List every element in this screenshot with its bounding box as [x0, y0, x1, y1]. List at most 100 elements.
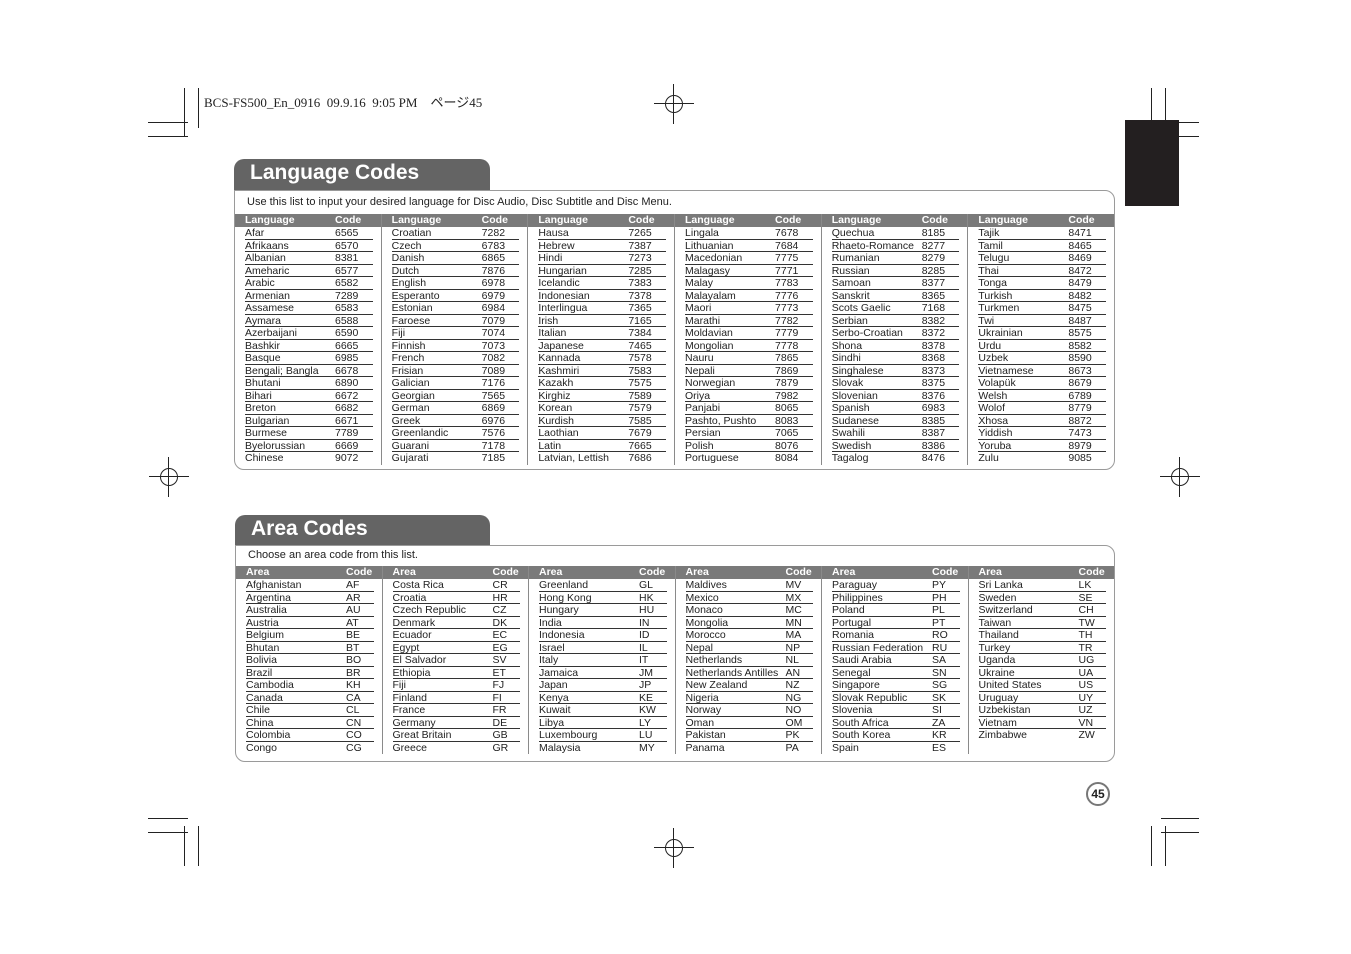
table-row: Panama PA: [686, 742, 814, 755]
entry-code: MA: [785, 629, 802, 641]
entry-code: BE: [346, 629, 361, 641]
entry-code: 7776: [775, 289, 799, 302]
entry-code: 8083: [775, 414, 799, 427]
entry-code: 7176: [481, 377, 506, 389]
entry-name: Yiddish: [978, 427, 1013, 439]
table-row: Xhosa 8872: [978, 414, 1107, 427]
table-row: Oriya 7982: [685, 390, 813, 402]
column-header: Area Code: [675, 566, 821, 579]
entry-code: ZW: [1078, 729, 1095, 741]
table-row: Fiji 7074: [391, 327, 520, 340]
entry-code: MX: [785, 591, 802, 604]
table-row: Chinese 9072: [245, 452, 373, 465]
entry-code: 7879: [775, 377, 799, 389]
table-row: Laothian 7679: [538, 427, 667, 440]
crop-mark: [148, 122, 188, 123]
crop-mark: [148, 832, 188, 833]
table-row: Denmark DK: [392, 617, 520, 629]
entry-name: Afghanistan: [246, 579, 302, 591]
crop-mark: [198, 826, 199, 866]
table-row: Czech Republic CZ: [392, 604, 520, 617]
table-row: Bhutani 6890: [245, 377, 373, 390]
entry-code: 7473: [1068, 427, 1092, 439]
entry-code: UG: [1078, 654, 1095, 666]
table-row: Germany DE: [392, 717, 520, 729]
entry-code: 6890: [335, 377, 359, 389]
entry-code: 8376: [921, 389, 946, 402]
entry-name: Ukraine: [978, 666, 1015, 679]
entry-name: Thailand: [978, 629, 1019, 641]
entry-name: Samoan: [831, 277, 871, 289]
entry-code: AF: [346, 579, 360, 591]
entry-name: Xhosa: [978, 414, 1009, 427]
code-column: Language Code Tajik 8471 Tamil 8465 Telugu 8469…: [967, 214, 1115, 465]
entry-name: Zimbabwe: [978, 729, 1027, 741]
entry-code: TW: [1078, 616, 1095, 629]
entry-name: China: [246, 716, 274, 729]
entry-name: Shona: [831, 339, 863, 352]
entry-name: Bengali; Bangla: [245, 364, 319, 377]
language-codes-table: Language Code Afar 6565 Afrikaans 6570 Albania…: [235, 214, 1115, 465]
code-column: Area Code Paraguay PY Philippines PH Poland PL P…: [821, 566, 968, 754]
entry-name: Norwegian: [685, 377, 736, 389]
entry-name: Polish: [685, 439, 714, 452]
table-row: Sri Lanka LK: [978, 579, 1106, 592]
entry-name: Vietnam: [978, 716, 1017, 729]
entry-name: Nigeria: [685, 691, 719, 704]
table-row: Great Britain GB: [392, 729, 520, 742]
table-row: Monaco MC: [685, 604, 813, 617]
table-row: Wolof 8779: [978, 402, 1107, 415]
entry-code: EC: [492, 629, 508, 641]
entry-name: Singhalese: [831, 364, 884, 377]
table-row: Oman OM: [685, 716, 813, 729]
entry-name: Aymara: [245, 314, 281, 327]
entry-code: GL: [639, 579, 654, 591]
entry-name: Oman: [685, 716, 715, 729]
entry-name: Hebrew: [538, 239, 575, 252]
table-row: Estonian 6984: [391, 302, 520, 315]
entry-code: 6671: [335, 414, 359, 427]
entry-name: Moldavian: [685, 327, 733, 339]
table-row: Norway NO: [685, 704, 813, 717]
table-row: Kirghiz 7589: [538, 390, 667, 402]
entry-name: Kuwait: [539, 704, 571, 716]
table-row: Japanese 7465: [538, 340, 667, 352]
entry-code: ET: [492, 666, 506, 679]
header-name: Language: [245, 214, 295, 226]
entry-code: CG: [346, 741, 362, 754]
entry-name: Italian: [538, 327, 567, 339]
entry-code: 8375: [921, 377, 946, 389]
entry-name: Chinese: [245, 452, 284, 464]
entry-name: Pashto, Pushto: [685, 414, 757, 427]
entry-name: Great Britain: [392, 729, 452, 741]
table-row: Samoan 8377: [831, 277, 960, 290]
entry-code: SA: [932, 654, 947, 666]
header-name: Language: [685, 214, 735, 226]
table-row: Greenland GL: [539, 579, 667, 592]
table-row: German 6869: [391, 402, 520, 415]
table-row: Kurdish 7585: [538, 415, 667, 427]
entry-name: Canada: [246, 691, 283, 704]
entry-code: GR: [492, 741, 509, 754]
entry-name: Mexico: [685, 591, 719, 604]
table-row: Cambodia KH: [246, 679, 374, 692]
entry-name: French: [391, 352, 425, 364]
entry-code: 7378: [628, 289, 652, 302]
entry-code: 6590: [335, 327, 359, 339]
table-row: China CN: [246, 716, 374, 729]
entry-code: LY: [639, 716, 652, 729]
entry-name: Ameharic: [245, 264, 290, 277]
header-name: Language: [391, 214, 442, 226]
entry-name: Slovenian: [831, 389, 878, 402]
table-row: Slovak 8375: [831, 377, 960, 390]
entry-code: 7384: [628, 327, 652, 339]
entry-name: Korean: [538, 402, 573, 414]
table-row: Sweden SE: [978, 592, 1106, 604]
entry-name: Uruguay: [978, 691, 1019, 704]
table-row: Hungary HU: [539, 604, 667, 617]
entry-code: 7665: [628, 439, 652, 452]
table-row: Ukraine UA: [978, 666, 1106, 679]
entry-code: 7282: [481, 227, 506, 239]
table-row: Uzbekistan UZ: [978, 704, 1106, 717]
entry-code: 8387: [921, 427, 946, 439]
